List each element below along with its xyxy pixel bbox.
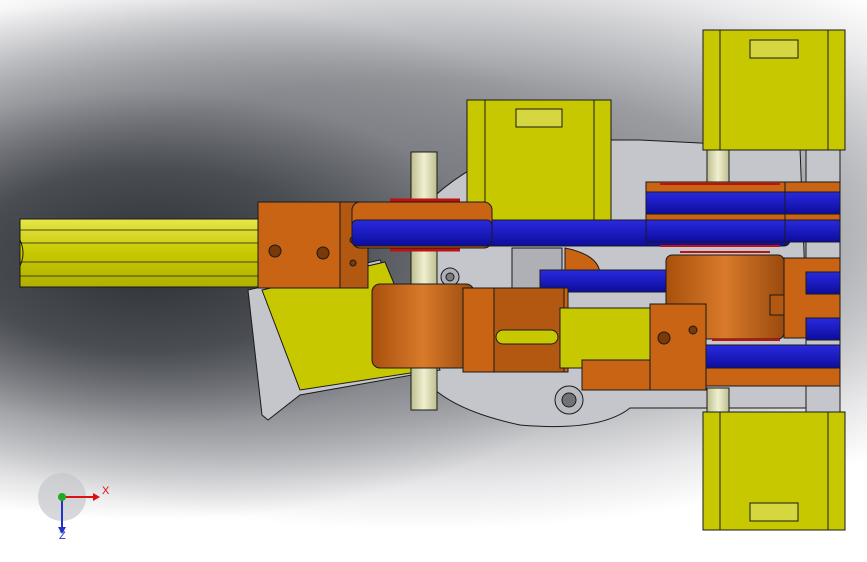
linear-shaft[interactable] (19, 218, 271, 288)
stepper-motor-right-top[interactable] (702, 29, 846, 151)
triad-x-label: X (102, 485, 110, 497)
stepper-motor-top[interactable] (466, 99, 612, 221)
vertical-rod-right-bottom (706, 387, 730, 413)
triad-z-label: Z (59, 530, 66, 542)
coordinate-triad (38, 473, 100, 534)
belt-lower[interactable] (705, 339, 841, 387)
gear-stack-top[interactable] (645, 181, 841, 247)
assembly-model[interactable] (0, 0, 867, 562)
vertical-rod-left (410, 151, 438, 411)
cad-viewport[interactable]: X Z (0, 0, 867, 562)
stepper-motor-right-bottom[interactable] (702, 411, 846, 531)
